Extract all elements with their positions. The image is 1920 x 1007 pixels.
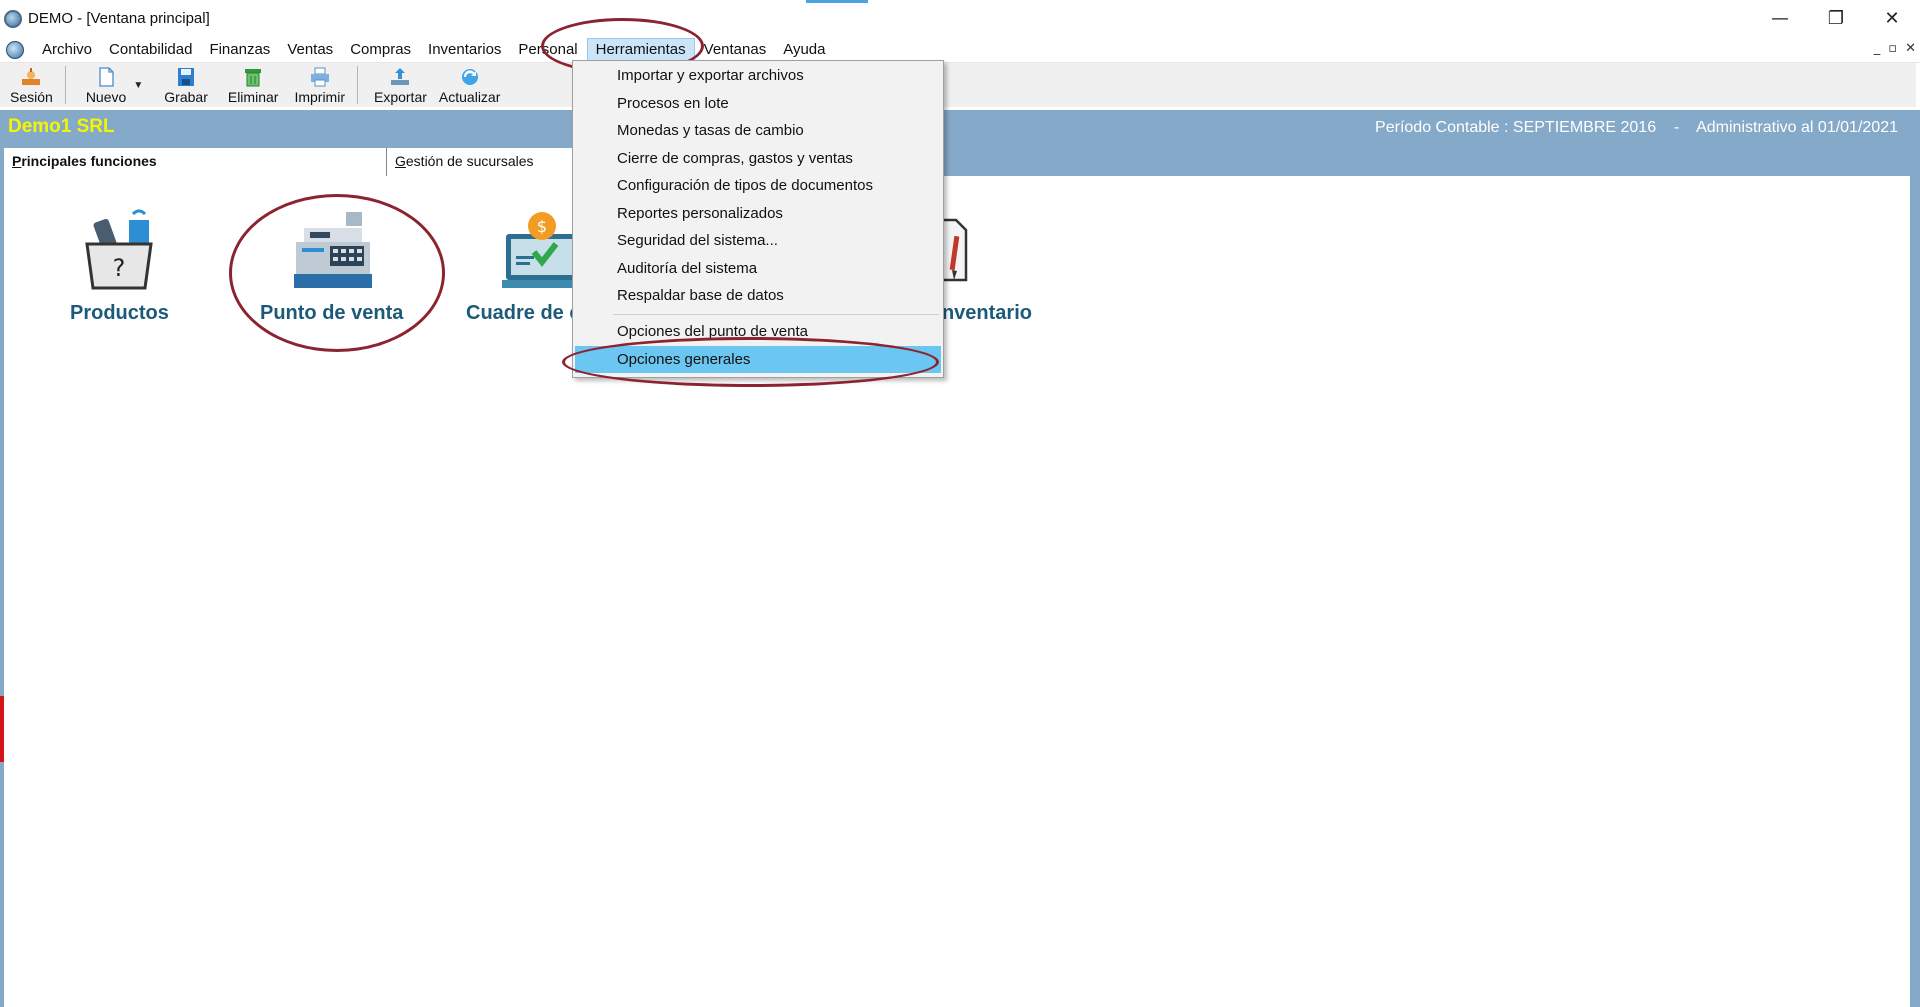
menu-bar: Archivo Contabilidad Finanzas Ventas Com…	[0, 37, 1920, 63]
exportar-label: Exportar	[373, 89, 427, 105]
sesion-label: Sesión	[10, 89, 53, 105]
taskbar-accent	[806, 0, 868, 3]
restore-button[interactable]: ❐	[1808, 0, 1864, 37]
exportar-button[interactable]: Exportar	[368, 63, 433, 107]
company-header: Demo1 SRL Período Contable : SEPTIEMBRE …	[0, 110, 1912, 146]
title-bar: DEMO - [Ventana principal] — ❐ ✕	[0, 0, 1920, 37]
menu-item-monedas-tasas[interactable]: Monedas y tasas de cambio	[575, 117, 941, 144]
menu-separator	[613, 314, 939, 315]
actualizar-label: Actualizar	[438, 89, 501, 105]
imprimir-label: Imprimir	[294, 89, 345, 105]
eliminar-button[interactable]: Eliminar	[222, 63, 285, 107]
tab-label: estión de sucursales	[405, 153, 534, 169]
menu-item-seguridad[interactable]: Seguridad del sistema...	[575, 227, 941, 254]
nuevo-button[interactable]: Nuevo	[80, 63, 132, 107]
print-icon	[310, 67, 329, 87]
menu-item-respaldar[interactable]: Respaldar base de datos	[575, 282, 941, 309]
window-controls: — ❐ ✕	[1752, 0, 1920, 37]
company-name: Demo1 SRL	[8, 116, 115, 137]
actualizar-button[interactable]: Actualizar	[433, 63, 506, 107]
save-icon	[178, 68, 195, 86]
session-icon	[22, 68, 41, 85]
eliminar-label: Eliminar	[227, 89, 279, 105]
close-button[interactable]: ✕	[1864, 0, 1920, 37]
export-icon	[391, 68, 410, 85]
menu-item-config-documentos[interactable]: Configuración de tipos de documentos	[575, 172, 941, 199]
app-icon	[4, 9, 22, 28]
refresh-icon	[461, 69, 478, 85]
nuevo-dropdown-arrow[interactable]: ▼	[132, 63, 144, 107]
period-info: Período Contable : SEPTIEMBRE 2016 - Adm…	[1375, 119, 1898, 136]
toolbar-separator	[64, 66, 66, 104]
mdi-minimize-button[interactable]: _	[1874, 41, 1881, 56]
inventario-label: nventario	[941, 302, 1032, 324]
menu-inventarios[interactable]: Inventarios	[420, 38, 509, 62]
inventario-tile[interactable]: nventario	[930, 206, 1032, 325]
menu-archivo[interactable]: Archivo	[34, 38, 100, 62]
imprimir-button[interactable]: Imprimir	[288, 63, 351, 107]
menu-ventas[interactable]: Ventas	[279, 38, 341, 62]
grabar-label: Grabar	[164, 89, 208, 105]
mdi-controls: _ ▫ ✕	[1874, 41, 1916, 56]
toolbar: Sesión Nuevo ▼ Grabar Eliminar Imprimir …	[0, 63, 1916, 107]
tab-label: rincipales funciones	[21, 153, 157, 169]
menu-finanzas[interactable]: Finanzas	[201, 38, 278, 62]
tab-gestion-sucursales[interactable]: Gestión de sucursales	[386, 148, 576, 176]
menu-item-reportes[interactable]: Reportes personalizados	[575, 200, 941, 227]
menu-item-auditoria[interactable]: Auditoría del sistema	[575, 255, 941, 282]
sesion-button[interactable]: Sesión	[4, 63, 59, 107]
herramientas-dropdown: Importar y exportar archivos Procesos en…	[572, 60, 944, 378]
mdi-restore-button[interactable]: ▫	[1888, 41, 1897, 56]
right-border	[1910, 110, 1920, 1007]
cuadre-label: Cuadre de c	[466, 302, 581, 324]
svg-text:?: ?	[113, 254, 126, 282]
toolbar-separator	[356, 66, 358, 104]
menu-app-icon[interactable]	[6, 40, 24, 59]
nuevo-label: Nuevo	[85, 89, 127, 105]
grabar-button[interactable]: Grabar	[158, 63, 214, 107]
menu-contabilidad[interactable]: Contabilidad	[101, 38, 200, 62]
tab-mnemonic: P	[12, 153, 22, 169]
annotation-circle-punto-venta	[229, 194, 445, 352]
menu-item-importar-exportar[interactable]: Importar y exportar archivos	[575, 62, 941, 89]
window-title: DEMO - [Ventana principal]	[28, 10, 210, 27]
menu-item-cierre[interactable]: Cierre de compras, gastos y ventas	[575, 145, 941, 172]
menu-compras[interactable]: Compras	[342, 38, 419, 62]
delete-icon	[245, 69, 262, 87]
tab-mnemonic: G	[395, 153, 406, 169]
menu-ayuda[interactable]: Ayuda	[775, 38, 833, 62]
tab-principales-funciones[interactable]: Principales funciones	[4, 148, 386, 176]
productos-label: Productos	[70, 302, 169, 324]
menu-ventanas[interactable]: Ventanas	[696, 38, 775, 62]
minimize-button[interactable]: —	[1752, 0, 1808, 37]
new-document-icon	[99, 67, 114, 87]
products-box-icon: ?	[85, 209, 154, 290]
productos-tile[interactable]: ? Productos	[70, 206, 169, 325]
svg-text:$: $	[537, 217, 547, 236]
tabs-bar: Principales funciones Gestión de sucursa…	[0, 146, 1912, 176]
annotation-circle-opciones-generales	[562, 337, 939, 387]
menu-item-procesos-lote[interactable]: Procesos en lote	[575, 90, 941, 117]
mdi-close-button[interactable]: ✕	[1905, 41, 1916, 56]
